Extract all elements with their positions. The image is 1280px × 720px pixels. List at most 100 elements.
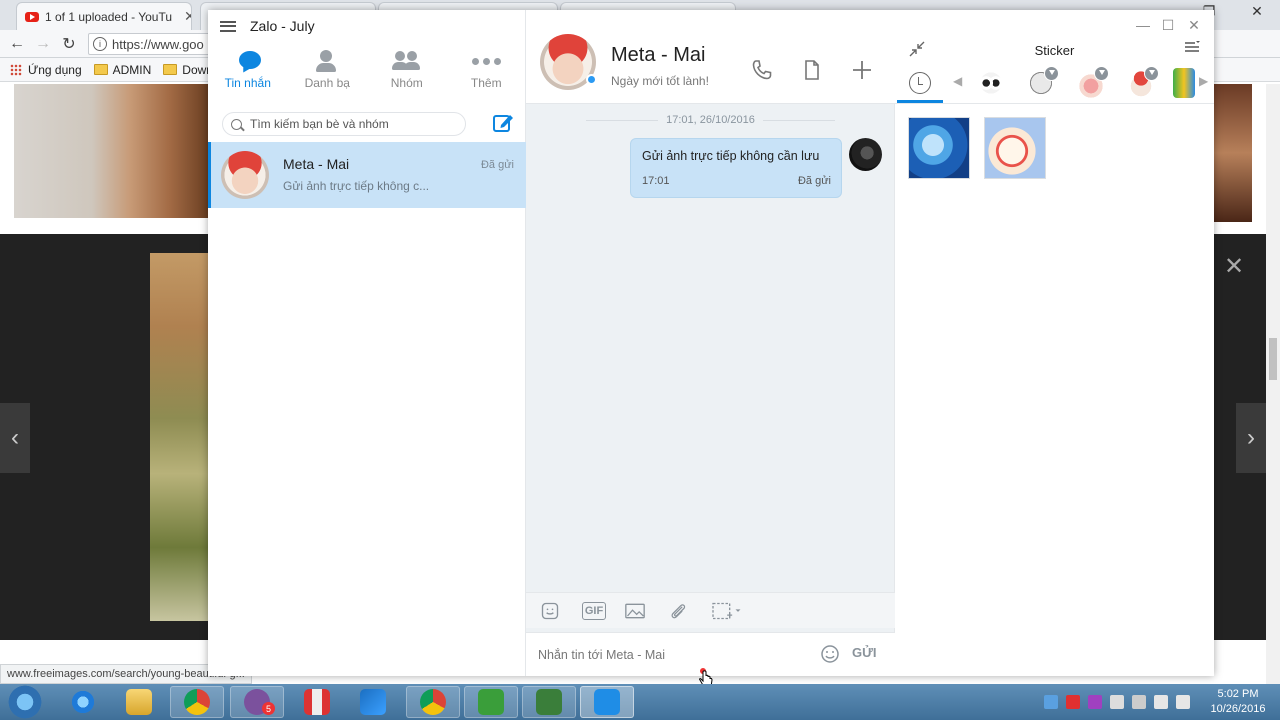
bookmark-apps[interactable]: Ứng dụng	[10, 63, 82, 77]
close-icon[interactable]: ✕	[1185, 16, 1203, 34]
nav-more[interactable]: Thêm	[447, 48, 527, 98]
send-button[interactable]: GỬI	[852, 645, 877, 660]
conversation-name: Meta - Mai	[283, 156, 350, 172]
browser-tab-label: 1 of 1 uploaded - YouTu	[45, 9, 172, 24]
avatar[interactable]	[849, 138, 882, 171]
compose-icon[interactable]	[492, 112, 514, 134]
screenshot-icon[interactable]	[708, 601, 748, 621]
start-button[interactable]	[4, 685, 46, 719]
forward-icon[interactable]: →	[32, 34, 54, 54]
search-input[interactable]	[250, 117, 450, 131]
zalo-icon	[594, 689, 620, 715]
sticker-pack-icon[interactable]	[975, 68, 1007, 98]
nav-contacts[interactable]: Danh bạ	[288, 48, 368, 98]
chat-contact-name[interactable]: Meta - Mai	[611, 44, 705, 67]
nav-messages[interactable]: Tin nhắn	[208, 48, 288, 98]
minimize-icon[interactable]: —	[1134, 16, 1152, 34]
taskbar-camtasia[interactable]	[522, 686, 576, 718]
nav-label: Tin nhắn	[224, 76, 271, 90]
emoji-icon[interactable]	[820, 644, 840, 664]
close-icon[interactable]: ✕	[184, 8, 191, 25]
camtasia-icon	[478, 689, 504, 715]
taskbar-viber[interactable]: 5	[230, 686, 284, 718]
taskbar: 5 5:02 PM 10/26/2016	[0, 684, 1280, 720]
back-icon[interactable]: ←	[6, 34, 28, 54]
sticker-pack-icon[interactable]	[1025, 66, 1059, 98]
tray-icon[interactable]	[1132, 695, 1146, 709]
bookmark-admin[interactable]: ADMIN	[93, 62, 152, 77]
close-icon[interactable]: ✕	[1224, 252, 1244, 281]
sticker-item[interactable]	[908, 117, 970, 179]
sticker-pack-icon[interactable]	[1075, 66, 1109, 98]
address-url: https://www.goo	[112, 36, 204, 52]
youtube-icon	[25, 11, 39, 22]
message-status: Đã gửi	[797, 175, 831, 187]
chevron-right-icon[interactable]: ›	[1236, 403, 1266, 473]
sticker-panel: — ☐ ✕ Sticker ◀ ▶	[895, 10, 1214, 676]
tray-icon[interactable]	[1066, 695, 1080, 709]
attachment-icon[interactable]	[666, 601, 690, 621]
taskbar-app[interactable]	[290, 686, 344, 718]
chevron-left-icon[interactable]: ◀	[953, 74, 962, 88]
taskbar-camtasia[interactable]	[464, 686, 518, 718]
camtasia-icon	[536, 689, 562, 715]
page-scrollbar[interactable]	[1266, 84, 1280, 684]
volume-icon[interactable]	[1176, 695, 1190, 709]
clock-date: 10/26/2016	[1210, 703, 1266, 715]
address-bar[interactable]: i https://www.goo	[88, 33, 218, 55]
document-icon[interactable]	[800, 58, 824, 82]
sticker-icon[interactable]	[538, 601, 562, 621]
message-input[interactable]	[538, 645, 808, 665]
taskbar-app[interactable]	[346, 686, 400, 718]
active-tab-indicator	[897, 100, 943, 103]
scroll-thumb[interactable]	[1269, 338, 1277, 380]
tray-icon[interactable]	[1110, 695, 1124, 709]
add-icon[interactable]	[850, 58, 874, 82]
app-icon	[304, 689, 330, 715]
chevron-right-icon[interactable]: ▶	[1199, 74, 1208, 88]
thumbnail-image[interactable]	[1212, 84, 1252, 222]
bookmark-label: ADMIN	[112, 62, 152, 77]
menu-icon[interactable]	[220, 20, 236, 32]
zalo-window: Zalo - July Tin nhắn Danh bạ Nhóm Thêm T…	[208, 10, 1214, 676]
taskbar-ie[interactable]	[56, 686, 110, 718]
tray-icon[interactable]	[1044, 695, 1058, 709]
window-title: Zalo - July	[220, 16, 315, 36]
recent-clock-icon[interactable]	[909, 72, 931, 94]
thumbnail-image[interactable]	[14, 84, 208, 218]
chevron-left-icon[interactable]: ‹	[0, 403, 30, 473]
message-bubble[interactable]: Gửi ảnh trực tiếp không cần lưu 17:01 Đã…	[630, 138, 842, 198]
sticker-pack-icon[interactable]	[1125, 66, 1159, 98]
notification-badge: 5	[262, 702, 275, 715]
taskbar-explorer[interactable]	[112, 686, 166, 718]
chat-icon	[238, 51, 261, 69]
close-icon[interactable]: ✕	[1244, 0, 1270, 22]
tray-icon[interactable]	[1088, 695, 1102, 709]
reload-icon[interactable]: ↻	[58, 34, 80, 54]
sticker-item[interactable]	[984, 117, 1046, 179]
taskbar-zalo[interactable]	[580, 686, 634, 718]
sticker-pack-tabs: ◀ ▶	[895, 66, 1214, 104]
nav-label: Nhóm	[390, 76, 423, 90]
bookmark-down[interactable]: Down	[163, 63, 213, 77]
browser-tab-youtube[interactable]: 1 of 1 uploaded - YouTu ✕	[16, 2, 192, 30]
sticker-pack-icon[interactable]	[1173, 68, 1195, 98]
download-icon	[1094, 66, 1109, 81]
nav-label: Danh bạ	[304, 76, 350, 90]
image-icon[interactable]	[622, 601, 648, 621]
taskbar-chrome[interactable]	[406, 686, 460, 718]
chat-panel: Meta - Mai Ngày mới tốt lành! 17:01, 26/…	[526, 10, 895, 676]
composer-toolbar: GIF	[526, 592, 895, 628]
phone-icon[interactable]	[750, 58, 774, 82]
conversation-panel: Zalo - July Tin nhắn Danh bạ Nhóm Thêm T…	[208, 10, 526, 676]
taskbar-chrome[interactable]	[170, 686, 224, 718]
conversation-item[interactable]: Meta - Mai Đã gửi Gửi ảnh trực tiếp khôn…	[208, 142, 526, 208]
network-icon[interactable]	[1154, 695, 1168, 709]
clock[interactable]: 5:02 PM 10/26/2016	[1200, 687, 1276, 717]
sticker-settings-icon[interactable]	[1183, 38, 1201, 56]
online-status-dot	[586, 74, 597, 85]
gif-button[interactable]: GIF	[582, 602, 606, 620]
chrome-icon	[184, 689, 210, 715]
nav-groups[interactable]: Nhóm	[367, 48, 447, 98]
maximize-icon[interactable]: ☐	[1159, 16, 1177, 34]
